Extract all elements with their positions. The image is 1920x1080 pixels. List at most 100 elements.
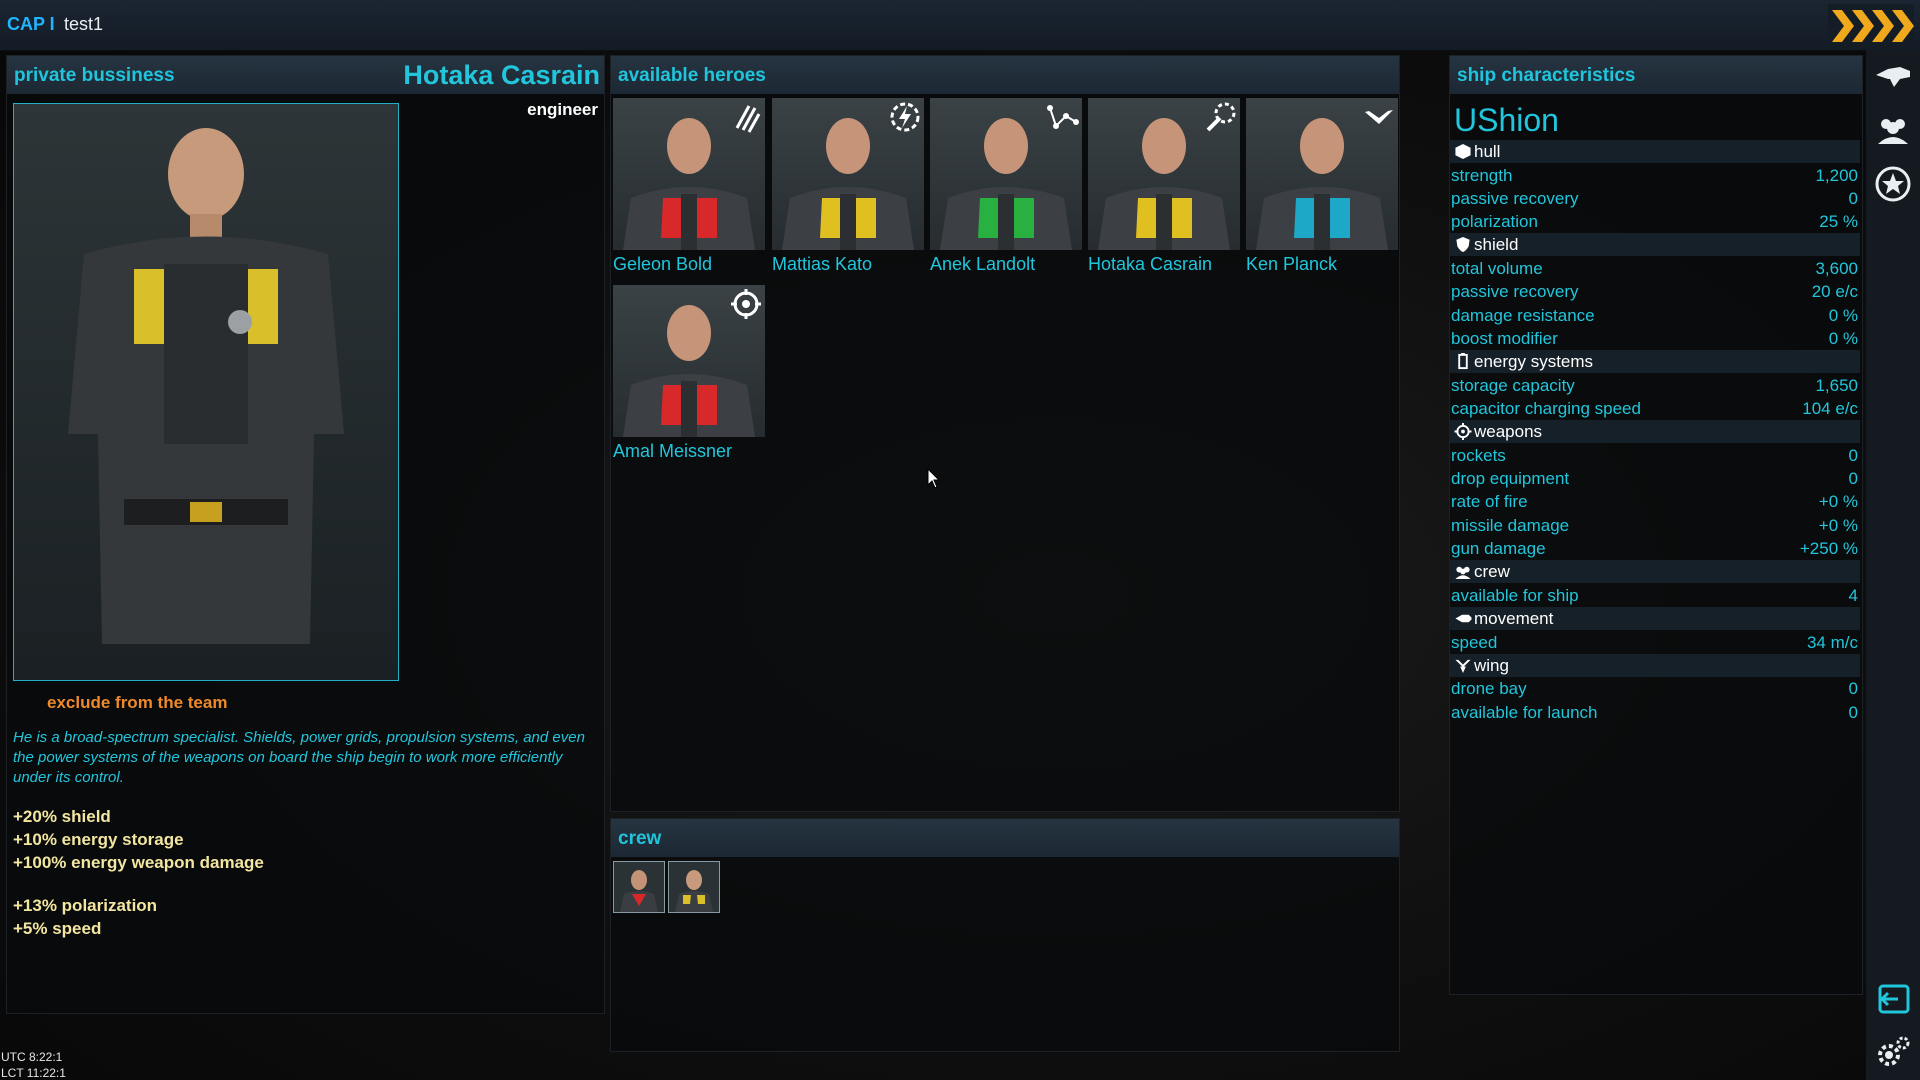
panel-header: private bussiness Hotaka Casrain xyxy=(7,56,604,94)
hero-detail-panel: private bussiness Hotaka Casrain enginee… xyxy=(6,55,605,1014)
bonus-line: +100% energy weapon damage xyxy=(13,853,264,872)
stat-value: 25 % xyxy=(1819,212,1858,231)
star-badge-icon[interactable] xyxy=(1874,165,1912,203)
top-bar: CAP I test1 xyxy=(0,0,1920,51)
stat-row: capacitor charging speed 104 e/c xyxy=(1450,397,1860,420)
stat-row: drone bay 0 xyxy=(1450,677,1860,700)
forward-chevrons-icon[interactable] xyxy=(1828,4,1914,48)
stat-label: available for ship xyxy=(1451,586,1579,605)
stat-label: missile damage xyxy=(1451,516,1570,535)
stat-row: boost modifier 0 % xyxy=(1450,327,1860,350)
mouse-cursor-icon xyxy=(927,468,941,489)
section-header-hull: hull xyxy=(1450,140,1860,163)
exclude-from-team-button[interactable]: exclude from the team xyxy=(47,693,227,713)
cube-icon xyxy=(1455,143,1471,160)
section-header-movement: movement xyxy=(1450,607,1860,630)
stat-value: 4 xyxy=(1848,586,1858,605)
stat-row: strength 1,200 xyxy=(1450,164,1860,187)
section-header-shield: shield xyxy=(1450,233,1860,256)
crew-icon xyxy=(1455,566,1471,580)
lightning-gear-icon xyxy=(890,102,920,132)
stat-label: passive recovery xyxy=(1451,189,1579,208)
stat-label: damage resistance xyxy=(1451,306,1595,325)
stat-row: total volume 3,600 xyxy=(1450,257,1860,280)
stat-value: 3,600 xyxy=(1815,259,1858,278)
stat-label: rate of fire xyxy=(1451,492,1528,511)
ship-characteristics-panel: ship characteristics UShion hull strength… xyxy=(1449,55,1863,995)
stat-row: gun damage +250 % xyxy=(1450,537,1860,560)
hero-description: He is a broad-spectrum specialist. Shiel… xyxy=(13,729,585,786)
hero-name: Hotaka Casrain xyxy=(403,60,600,90)
rank-label: CAP I xyxy=(7,14,55,34)
hero-card[interactable]: Anek Landolt xyxy=(930,98,1082,278)
ship-name: UShion xyxy=(1454,102,1559,138)
stat-value: 0 xyxy=(1848,703,1858,722)
panel-title: ship characteristics xyxy=(1457,65,1636,86)
stat-row: rockets 0 xyxy=(1450,444,1860,467)
stat-row: available for launch 0 xyxy=(1450,701,1860,724)
stat-row: polarization 25 % xyxy=(1450,210,1860,233)
hero-card[interactable]: Mattias Kato xyxy=(772,98,924,278)
ship-icon[interactable] xyxy=(1874,55,1912,93)
stat-label: capacitor charging speed xyxy=(1451,399,1641,418)
section-header-wing: wing xyxy=(1450,654,1860,677)
hero-card[interactable]: Ken Planck xyxy=(1246,98,1398,278)
stat-label: drone bay xyxy=(1451,679,1527,698)
panel-title: private bussiness xyxy=(14,65,175,86)
section-header-crew: crew xyxy=(1450,560,1860,583)
player-name: test1 xyxy=(64,14,104,34)
crew-panel: crew xyxy=(610,818,1400,1052)
stat-value: 0 xyxy=(1848,446,1858,465)
hero-card[interactable]: Hotaka Casrain xyxy=(1088,98,1240,278)
section-title: wing xyxy=(1474,656,1509,675)
stat-label: total volume xyxy=(1451,259,1543,278)
drone-icon xyxy=(1455,659,1471,674)
stat-value: 20 e/c xyxy=(1811,282,1858,301)
node-graph-icon xyxy=(1047,105,1079,129)
battery-icon xyxy=(1458,353,1468,370)
stat-label: passive recovery xyxy=(1451,282,1579,301)
stat-label: strength xyxy=(1451,166,1513,185)
lct-clock: LCT 11:22:1 xyxy=(1,1066,66,1080)
stat-value: +0 % xyxy=(1818,516,1858,535)
stat-row: drop equipment 0 xyxy=(1450,467,1860,490)
bonus-line: +13% polarization xyxy=(13,896,158,915)
bonus-line: +5% speed xyxy=(13,919,102,938)
section-title: weapons xyxy=(1474,422,1543,441)
thruster-icon xyxy=(1455,614,1472,623)
section-header-weapons: weapons xyxy=(1450,420,1860,443)
stat-label: speed xyxy=(1451,633,1498,652)
stat-row: damage resistance 0 % xyxy=(1450,304,1860,327)
stat-row: storage capacity 1,650 xyxy=(1450,374,1860,397)
section-title: energy systems xyxy=(1474,352,1594,371)
crew-group-icon[interactable] xyxy=(1874,110,1912,148)
bonus-line: +20% shield xyxy=(13,807,111,826)
stat-value: 0 xyxy=(1848,679,1858,698)
stat-value: 0 % xyxy=(1828,329,1858,348)
stat-row: rate of fire +0 % xyxy=(1450,490,1860,513)
crew-member-slot[interactable] xyxy=(668,861,720,913)
panel-title: available heroes xyxy=(618,65,766,86)
hero-role: engineer xyxy=(527,100,598,119)
bonus-line: +10% energy storage xyxy=(13,830,184,849)
stat-value: 104 e/c xyxy=(1802,399,1858,418)
stat-label: polarization xyxy=(1451,212,1538,231)
exit-icon[interactable] xyxy=(1874,980,1912,1018)
stat-row: passive recovery 20 e/c xyxy=(1450,280,1860,303)
hero-card-name: Ken Planck xyxy=(1246,254,1338,274)
hero-card[interactable]: Amal Meissner xyxy=(613,285,765,465)
hero-card-name: Hotaka Casrain xyxy=(1088,254,1213,274)
hero-card[interactable]: Geleon Bold xyxy=(613,98,765,278)
section-title: movement xyxy=(1474,609,1554,628)
settings-icon[interactable] xyxy=(1874,1033,1912,1071)
claw-slash-icon xyxy=(735,105,761,133)
hero-portrait xyxy=(13,103,399,681)
stat-row: missile damage +0 % xyxy=(1450,514,1860,537)
stat-value: 0 xyxy=(1848,189,1858,208)
stat-value: 34 m/c xyxy=(1806,633,1858,652)
hero-card-name: Mattias Kato xyxy=(772,254,873,274)
stat-label: rockets xyxy=(1451,446,1506,465)
stat-value: 1,200 xyxy=(1815,166,1858,185)
stat-row: passive recovery 0 xyxy=(1450,187,1860,210)
crew-member-slot[interactable] xyxy=(613,861,665,913)
